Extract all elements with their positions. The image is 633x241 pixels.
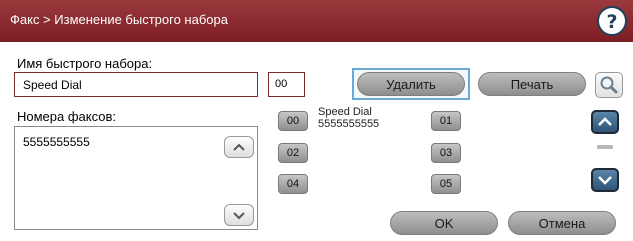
- fax-numbers-field[interactable]: 5555555555: [14, 126, 258, 230]
- help-question-icon: ?: [606, 11, 617, 33]
- speed-dial-04-button[interactable]: 04: [278, 174, 308, 194]
- speed-dial-00-button[interactable]: 00: [278, 111, 308, 131]
- search-button[interactable]: [595, 72, 623, 98]
- list-page-down-button[interactable]: [591, 168, 619, 192]
- ok-button[interactable]: OK: [390, 211, 498, 235]
- title-bar: Факс > Изменение быстрого набора ?: [0, 0, 633, 42]
- delete-button[interactable]: Удалить: [357, 72, 465, 96]
- speed-dial-00-name: Speed Dial: [318, 106, 372, 118]
- speed-dial-01-button[interactable]: 01: [431, 111, 461, 131]
- cancel-button[interactable]: Отмена: [508, 211, 616, 235]
- fax-number-value: 5555555555: [23, 135, 90, 149]
- help-button[interactable]: ?: [597, 6, 627, 36]
- speed-dial-05-button[interactable]: 05: [431, 174, 461, 194]
- chevron-up-icon: [598, 117, 612, 126]
- fax-numbers-label: Номера факсов:: [17, 109, 117, 124]
- chevron-up-icon: [233, 143, 245, 151]
- magnifier-icon: [600, 76, 618, 94]
- print-button[interactable]: Печать: [478, 72, 586, 96]
- page-title: Факс > Изменение быстрого набора: [10, 12, 228, 27]
- speed-dial-name-input[interactable]: Speed Dial: [14, 72, 258, 97]
- speed-dial-02-button[interactable]: 02: [278, 143, 308, 163]
- page-indicator: [597, 145, 613, 149]
- speed-dial-name-label: Имя быстрого набора:: [17, 56, 153, 71]
- fax-scroll-down-button[interactable]: [224, 204, 254, 226]
- speed-dial-number-input[interactable]: 00: [268, 72, 305, 97]
- svg-text:?: ?: [606, 11, 617, 33]
- chevron-down-icon: [233, 212, 245, 220]
- fax-scroll-up-button[interactable]: [224, 136, 254, 158]
- speed-dial-03-button[interactable]: 03: [431, 143, 461, 163]
- speed-dial-00-fax: 5555555555: [318, 118, 380, 130]
- chevron-down-icon: [598, 176, 612, 185]
- list-page-up-button[interactable]: [591, 110, 619, 134]
